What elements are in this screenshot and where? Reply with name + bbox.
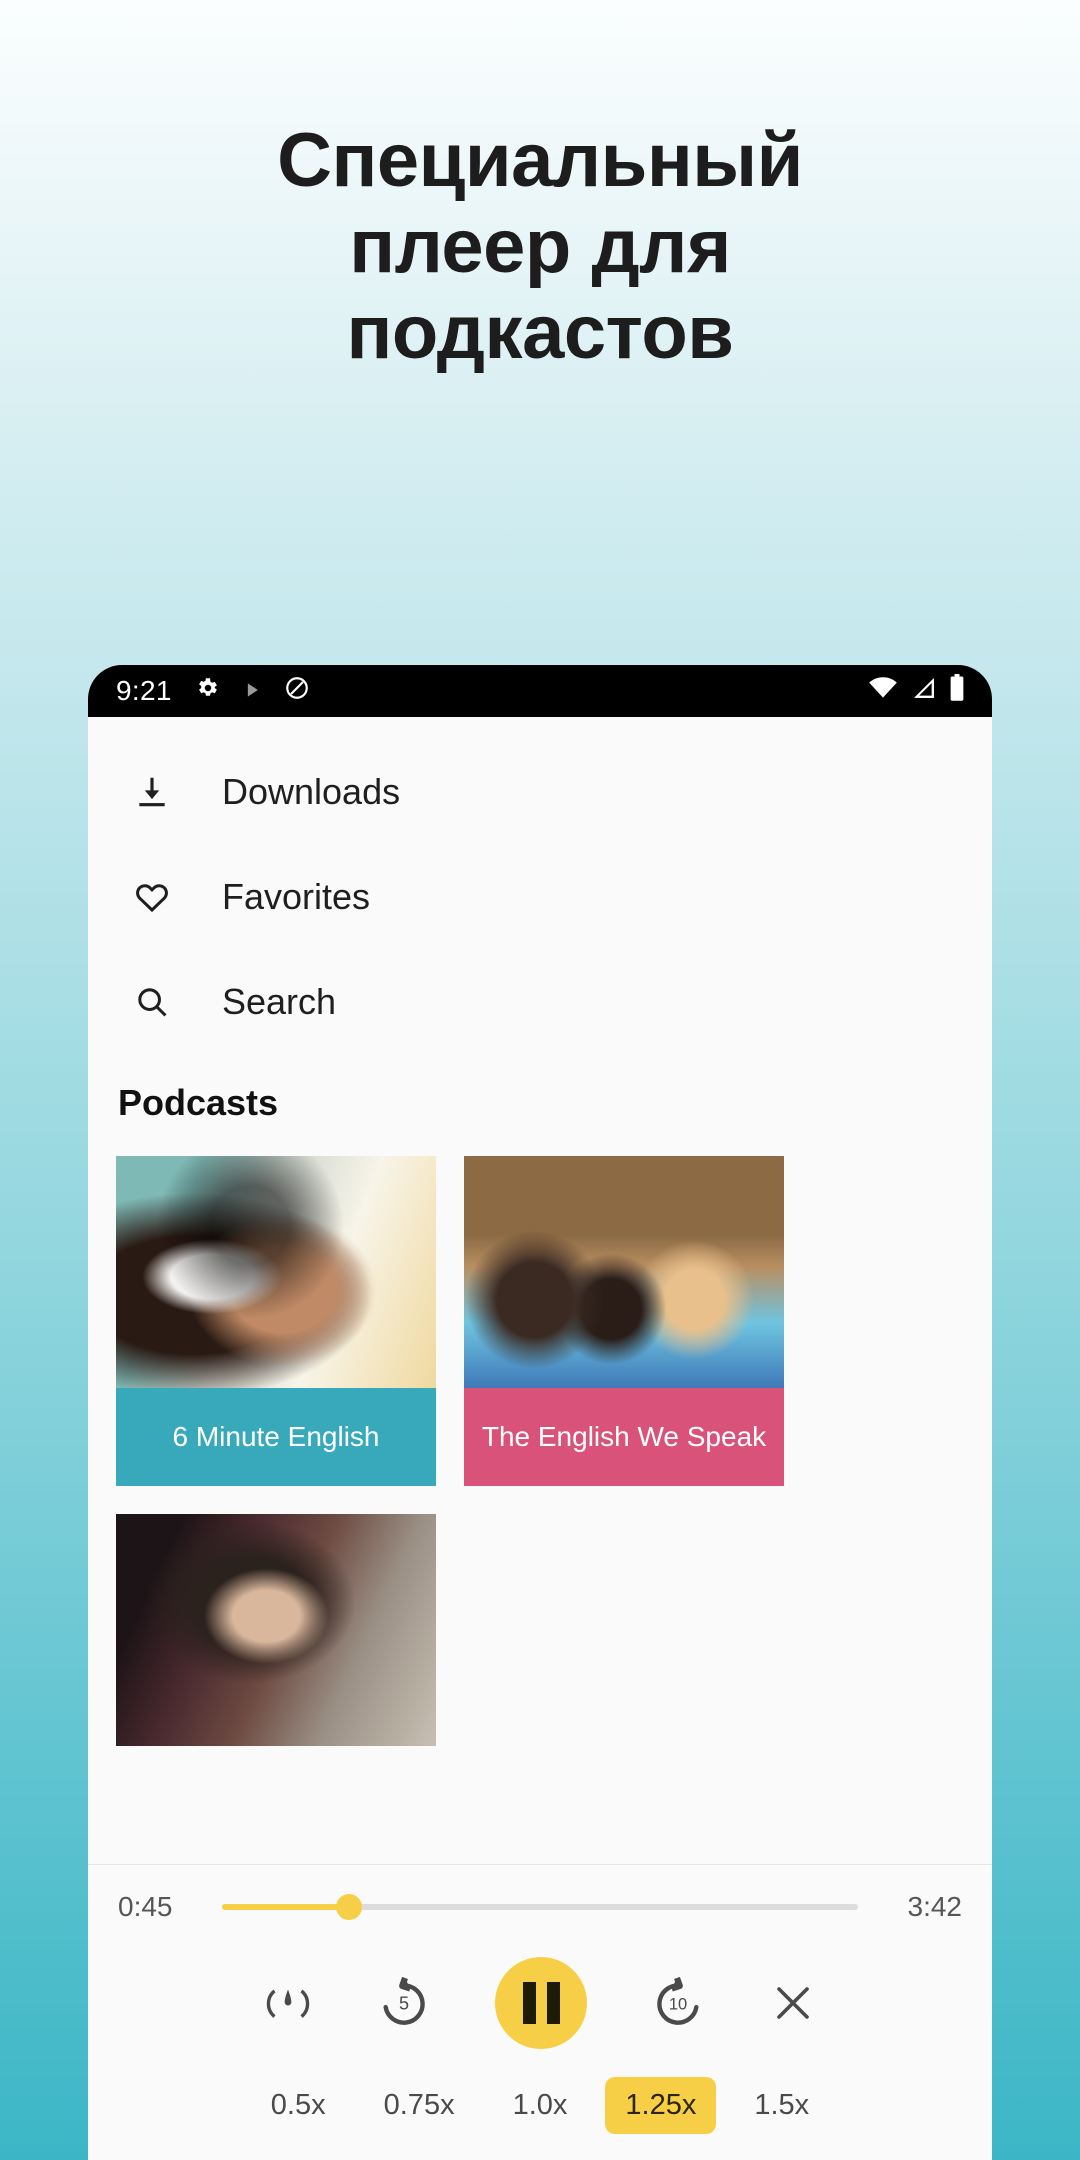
- page-title-line-2: плеер для: [349, 203, 731, 289]
- nav-list: Downloads Favorites Search: [88, 717, 992, 1054]
- podcast-card-title: 6 Minute English: [116, 1388, 436, 1486]
- sidebar-item-label: Search: [222, 980, 337, 1022]
- status-bar: 9:21: [88, 665, 992, 717]
- sidebar-item-search[interactable]: Search: [88, 949, 992, 1054]
- total-time-label: 3:42: [907, 1891, 963, 1922]
- close-icon[interactable]: [769, 1979, 817, 2027]
- section-title-podcasts: Podcasts: [118, 1082, 279, 1123]
- page-title-line-3: подкастов: [346, 289, 734, 375]
- podcast-cover-image: [464, 1156, 784, 1388]
- page-title: Специальный плеер для подкастов: [0, 118, 1080, 376]
- player-controls: 5 10: [88, 1923, 992, 2055]
- replay-5-icon[interactable]: 5: [373, 1972, 435, 2034]
- app-screen: Downloads Favorites Search Podcasts 6 Mi…: [88, 717, 992, 2160]
- sidebar-item-label: Downloads: [222, 770, 401, 812]
- audio-player: 0:45 3:42 5 10 0.5x 0.75x 1.0x 1.25x 1.5…: [88, 1864, 992, 2160]
- page-title-line-1: Специальный: [277, 118, 803, 203]
- svg-text:10: 10: [669, 1995, 687, 2014]
- pause-button[interactable]: [495, 1957, 587, 2049]
- svg-text:5: 5: [399, 1994, 409, 2014]
- playback-speed-selector: 0.5x 0.75x 1.0x 1.25x 1.5x: [88, 2055, 992, 2160]
- speed-option-1.0x[interactable]: 1.0x: [493, 2077, 588, 2134]
- seek-thumb[interactable]: [336, 1894, 363, 1920]
- pause-icon: [522, 1982, 560, 2024]
- seek-row: 0:45 3:42: [88, 1891, 992, 1923]
- seek-track-fill: [222, 1904, 350, 1910]
- speed-gauge-icon[interactable]: [263, 1978, 313, 2028]
- play-triangle-icon: [242, 676, 262, 707]
- wifi-icon: [868, 676, 898, 707]
- download-icon: [116, 773, 188, 811]
- sidebar-item-label: Favorites: [222, 875, 371, 917]
- podcast-cover-image: [116, 1514, 436, 1746]
- speed-option-1.25x[interactable]: 1.25x: [605, 2077, 717, 2134]
- heart-icon: [116, 878, 188, 916]
- podcast-card[interactable]: The English We Speak: [464, 1156, 784, 1486]
- speed-option-0.75x[interactable]: 0.75x: [364, 2077, 475, 2134]
- battery-icon: [948, 673, 966, 709]
- podcast-card[interactable]: 6 Minute English: [116, 1156, 436, 1486]
- search-icon: [116, 983, 188, 1021]
- speed-option-0.5x[interactable]: 0.5x: [251, 2077, 346, 2134]
- cell-signal-icon: [910, 676, 936, 707]
- status-bar-right: [868, 673, 966, 709]
- podcast-grid: 6 Minute English The English We Speak: [88, 1132, 992, 1746]
- gear-icon: [194, 675, 220, 708]
- status-bar-left: 9:21: [116, 675, 310, 708]
- podcast-card-title: The English We Speak: [464, 1388, 784, 1486]
- seek-slider[interactable]: [222, 1894, 858, 1920]
- speed-option-1.5x[interactable]: 1.5x: [734, 2077, 829, 2134]
- sidebar-item-favorites[interactable]: Favorites: [88, 844, 992, 949]
- podcast-card[interactable]: [116, 1514, 436, 1746]
- current-time-label: 0:45: [118, 1891, 173, 1922]
- do-not-disturb-icon: [284, 675, 310, 708]
- sidebar-item-downloads[interactable]: Downloads: [88, 739, 992, 844]
- forward-10-icon[interactable]: 10: [647, 1972, 709, 2034]
- phone-mockup: 9:21 Downloads Favorites Search Podcasts…: [88, 665, 992, 2160]
- status-bar-clock: 9:21: [116, 675, 172, 706]
- podcast-cover-image: [116, 1156, 436, 1388]
